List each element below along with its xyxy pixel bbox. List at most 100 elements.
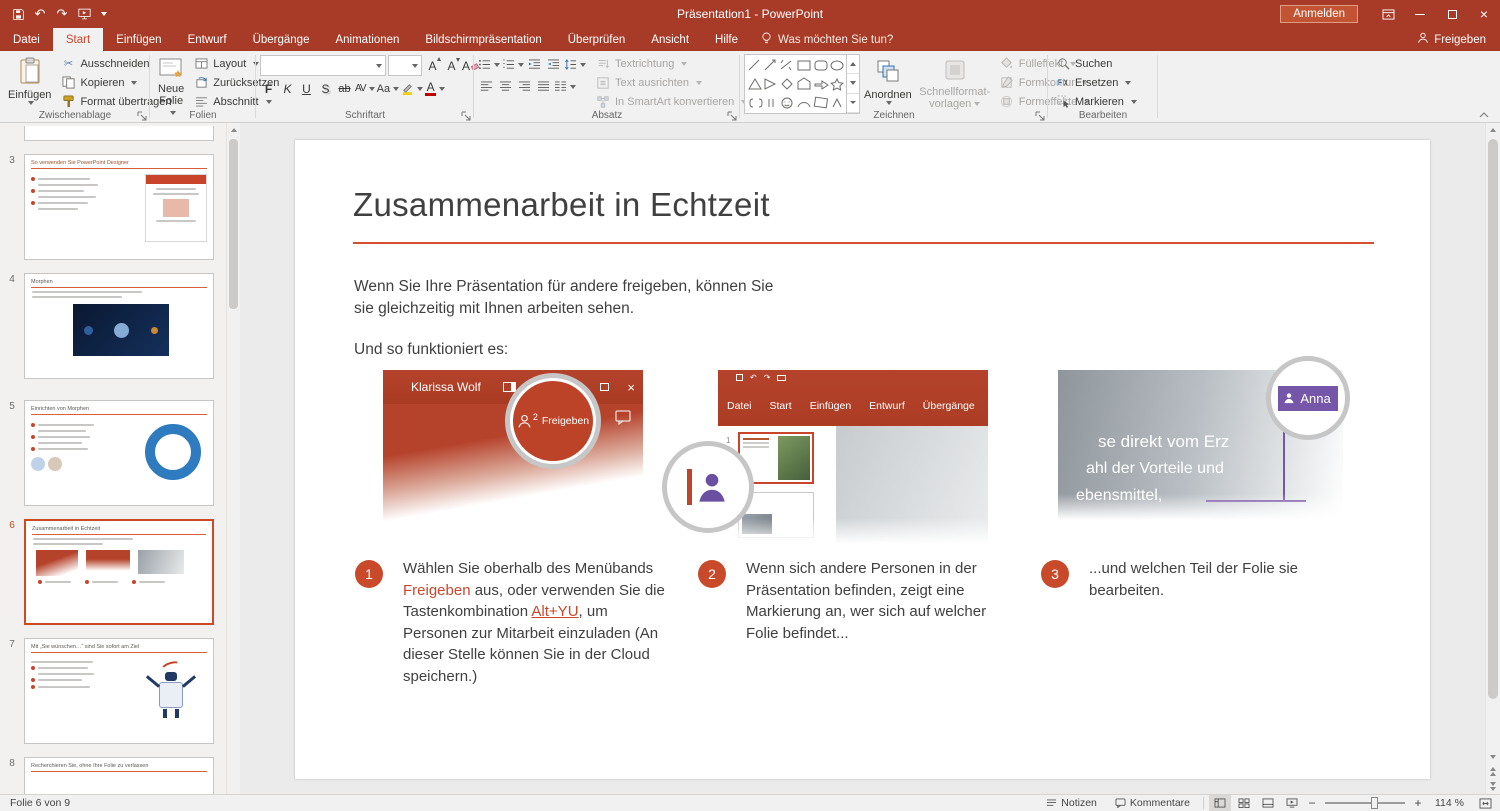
- slide-canvas[interactable]: Zusammenarbeit in Echtzeit Wenn Sie Ihre…: [295, 140, 1430, 779]
- tab-hilfe[interactable]: Hilfe: [702, 28, 751, 51]
- select-button[interactable]: Markieren: [1052, 92, 1140, 111]
- line-spacing-button[interactable]: [564, 55, 586, 74]
- thumbnail-preview[interactable]: Recherchieren Sie, ohne Ihre Folie zu ve…: [24, 757, 214, 794]
- text-shadow-button[interactable]: S: [317, 79, 334, 98]
- convert-smartart-button[interactable]: In SmartArt konvertieren: [592, 92, 740, 111]
- zoom-in-button[interactable]: +: [1411, 796, 1425, 810]
- tab-datei[interactable]: Datei: [0, 28, 53, 51]
- font-color-button[interactable]: A: [425, 79, 445, 98]
- gallery-down-icon[interactable]: [847, 74, 859, 93]
- reading-view-button[interactable]: [1257, 795, 1279, 811]
- font-size-select[interactable]: [388, 55, 422, 76]
- dialog-launcher-icon[interactable]: [137, 109, 148, 120]
- slide-scrollbar[interactable]: [1485, 123, 1500, 794]
- group-label: Zwischenablage: [0, 110, 150, 121]
- slide-number: 4: [0, 273, 24, 379]
- fit-to-window-button[interactable]: [1474, 795, 1496, 811]
- quick-styles-button[interactable]: Schnellformat- vorlagen: [916, 54, 994, 112]
- thumbnail-preview[interactable]: Zusammenarbeit in Echtzeit: [24, 519, 214, 625]
- collapse-ribbon-icon[interactable]: [1478, 107, 1492, 119]
- scroll-up-icon[interactable]: [227, 123, 240, 137]
- strikethrough-button[interactable]: ab: [336, 79, 353, 98]
- bold-button[interactable]: F: [260, 79, 277, 98]
- zoom-out-button[interactable]: −: [1305, 796, 1319, 810]
- dialog-launcher-icon[interactable]: [461, 109, 472, 120]
- scrollbar-thumb[interactable]: [229, 139, 238, 309]
- paste-button[interactable]: Einfügen: [4, 54, 55, 112]
- scroll-down-icon[interactable]: [1486, 749, 1500, 764]
- find-button[interactable]: Suchen: [1052, 54, 1140, 73]
- tab-animationen[interactable]: Animationen: [322, 28, 412, 51]
- redo-icon[interactable]: ↷: [52, 3, 72, 25]
- share-button[interactable]: Freigeben: [1403, 28, 1500, 51]
- zoom-slider[interactable]: [1325, 802, 1405, 804]
- comments-button[interactable]: Kommentare: [1107, 795, 1198, 811]
- close-button[interactable]: ×: [1468, 0, 1500, 28]
- align-center-button[interactable]: [497, 77, 514, 96]
- thumbnail-preview[interactable]: Morphen: [24, 273, 214, 379]
- ribbon-display-options-icon[interactable]: [1372, 0, 1404, 28]
- slide-sorter-view-button[interactable]: [1233, 795, 1255, 811]
- italic-button[interactable]: K: [279, 79, 296, 98]
- thumbnail-scrollbar[interactable]: [226, 123, 240, 794]
- shapes-gallery-scroll[interactable]: [846, 55, 859, 113]
- customize-qat-icon[interactable]: [96, 3, 108, 25]
- scrollbar-thumb[interactable]: [1488, 139, 1498, 699]
- step-text: Wenn sich andere Personen in der Präsent…: [746, 558, 998, 644]
- start-slideshow-icon[interactable]: [74, 3, 94, 25]
- shapes-gallery[interactable]: [744, 54, 860, 114]
- gallery-up-icon[interactable]: [847, 55, 859, 74]
- slideshow-view-button[interactable]: [1281, 795, 1303, 811]
- increase-indent-button[interactable]: [545, 55, 562, 74]
- thumbnail-slide-2-partial[interactable]: [24, 126, 214, 141]
- slide-counter[interactable]: Folie 6 von 9: [4, 797, 70, 809]
- dialog-launcher-icon[interactable]: [727, 109, 738, 120]
- thumbnail-preview[interactable]: Einrichten von Morphen: [24, 400, 214, 506]
- reset-icon: [193, 75, 209, 90]
- numbering-button[interactable]: [502, 55, 524, 74]
- bullets-button[interactable]: [478, 55, 500, 74]
- increase-font-size-button[interactable]: A: [424, 56, 441, 75]
- arrange-button[interactable]: Anordnen: [860, 54, 916, 112]
- zoom-slider-thumb[interactable]: [1371, 797, 1378, 809]
- tab-einfuegen[interactable]: Einfügen: [103, 28, 174, 51]
- dialog-launcher-icon[interactable]: [1035, 109, 1046, 120]
- undo-icon[interactable]: ↶: [30, 3, 50, 25]
- tab-ansicht[interactable]: Ansicht: [638, 28, 702, 51]
- replace-button[interactable]: Ersetzen: [1052, 73, 1140, 92]
- step-text: Wählen Sie oberhalb des Menübands Freige…: [403, 558, 667, 687]
- maximize-button[interactable]: [1436, 0, 1468, 28]
- underline-button[interactable]: U: [298, 79, 315, 98]
- decrease-indent-button[interactable]: [526, 55, 543, 74]
- new-slide-button[interactable]: Neue Folie: [154, 54, 188, 112]
- text-direction-button[interactable]: Textrichtung: [592, 54, 740, 73]
- previous-slide-button[interactable]: [1486, 764, 1500, 779]
- thumbnail-preview[interactable]: Mit „Sie wünschen…“ sind Sie sofort am Z…: [24, 638, 214, 744]
- normal-view-button[interactable]: [1209, 795, 1231, 811]
- character-spacing-button[interactable]: AV: [355, 79, 375, 98]
- tell-me-search[interactable]: Was möchten Sie tun?: [761, 28, 893, 51]
- zoom-level[interactable]: 114 %: [1427, 797, 1472, 809]
- justify-button[interactable]: [535, 77, 552, 96]
- group-label: Schriftart: [256, 110, 474, 121]
- notes-button[interactable]: Notizen: [1038, 795, 1105, 811]
- font-name-select[interactable]: [260, 55, 386, 76]
- save-icon[interactable]: [8, 3, 28, 25]
- align-left-button[interactable]: [478, 77, 495, 96]
- scroll-up-icon[interactable]: [1486, 123, 1500, 137]
- columns-button[interactable]: [554, 77, 576, 96]
- sign-in-button[interactable]: Anmelden: [1280, 5, 1358, 23]
- align-text-button[interactable]: Text ausrichten: [592, 73, 740, 92]
- decrease-font-size-button[interactable]: A: [443, 56, 460, 75]
- tab-entwurf[interactable]: Entwurf: [175, 28, 240, 51]
- tab-start[interactable]: Start: [53, 28, 103, 51]
- change-case-button[interactable]: Aa: [377, 79, 399, 98]
- thumbnail-preview[interactable]: So verwenden Sie PowerPoint Designer: [24, 154, 214, 260]
- tab-uebergaenge[interactable]: Übergänge: [240, 28, 323, 51]
- tab-ueberpruefen[interactable]: Überprüfen: [555, 28, 639, 51]
- align-right-button[interactable]: [516, 77, 533, 96]
- tab-bildschirmpraesentation[interactable]: Bildschirmpräsentation: [412, 28, 554, 51]
- minimize-button[interactable]: [1404, 0, 1436, 28]
- text-highlight-button[interactable]: [401, 79, 423, 98]
- next-slide-button[interactable]: [1486, 779, 1500, 794]
